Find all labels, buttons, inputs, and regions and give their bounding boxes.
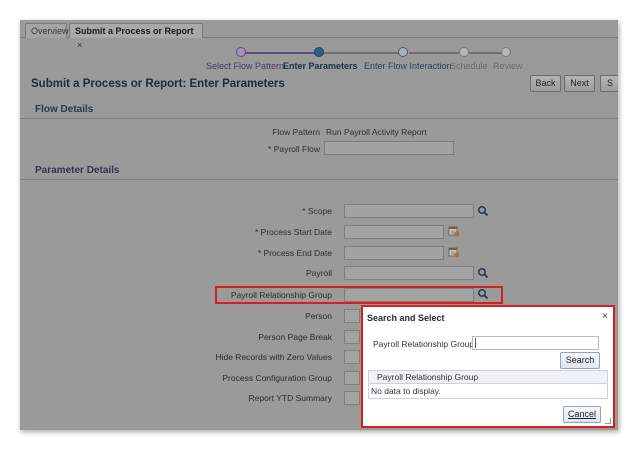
next-button[interactable]: Next [564,75,595,92]
train-step-3-dot[interactable] [398,47,408,57]
search-button-label: Search [565,355,595,365]
payroll-input[interactable] [344,266,474,280]
train-step-label[interactable]: Select Flow Pattern [206,61,284,71]
payroll-flow-input[interactable] [324,141,454,155]
search-button[interactable]: Search [560,352,600,369]
hide-zero-values-label: Hide Records with Zero Values [215,352,332,362]
back-button[interactable]: Back [530,75,561,92]
person-label: Person [305,311,332,321]
train-step-label[interactable]: Enter Flow Interaction [364,61,452,71]
train-step-5-dot [501,47,511,57]
train-step-label: Schedule [450,61,488,71]
process-configuration-group-label: Process Configuration Group [222,373,332,383]
scope-input[interactable] [344,204,474,218]
train-connector [469,52,505,54]
section-flow-details: Flow Details [20,103,618,119]
person-input[interactable] [344,309,360,323]
train-step-label: Review [493,61,523,71]
train-connector [323,52,399,54]
submit-button-label: S [607,78,614,88]
report-ytd-summary-select[interactable] [344,391,360,405]
search-icon[interactable] [477,267,489,279]
flow-pattern-label: Flow Pattern [272,127,320,137]
section-parameter-details: Parameter Details [20,164,618,180]
page-title: Submit a Process or Report: Enter Parame… [31,78,285,90]
section-heading: Flow Details [35,104,94,115]
tab-overview[interactable]: Overview [25,23,69,38]
resize-handle[interactable] [605,418,611,424]
calendar-icon[interactable] [448,246,460,258]
scope-label: * Scope [302,206,332,216]
train-step-4-dot [459,47,469,57]
person-page-break-label: Person Page Break [258,332,332,342]
hide-zero-values-select[interactable] [344,350,360,364]
submit-button[interactable]: S [600,75,618,92]
results-column-header[interactable]: Payroll Relationship Group [369,371,607,384]
person-page-break-select[interactable] [344,330,360,344]
payroll-relationship-group-input[interactable] [344,288,474,302]
flow-pattern-value: Run Payroll Activity Report [326,127,427,137]
payroll-label: Payroll [306,268,332,278]
process-end-date-input[interactable] [344,246,444,260]
search-icon[interactable] [477,205,489,217]
close-icon[interactable]: × [602,311,608,322]
dialog-search-input[interactable] [472,336,599,350]
search-select-dialog: Search and Select × Payroll Relationship… [361,305,615,428]
cancel-button-label: Cancel [567,409,596,419]
tab-submit-label: Submit a Process or Report [75,26,194,36]
tab-bar: Overview Submit a Process or Report × [20,22,618,50]
train-step-2-dot [314,47,324,57]
report-ytd-summary-label: Report YTD Summary [248,393,332,403]
train-connector [409,52,459,54]
calendar-icon[interactable] [448,225,460,237]
cancel-button[interactable]: Cancel [563,406,601,423]
payroll-flow-label: * Payroll Flow [268,144,320,154]
section-heading: Parameter Details [35,165,120,176]
train-step-1-dot[interactable] [236,47,246,57]
tab-overview-label: Overview [31,26,69,36]
next-button-label: Next [570,78,589,88]
dialog-search-label: Payroll Relationship Group [373,339,475,349]
process-start-date-label: * Process Start Date [254,227,332,237]
back-button-label: Back [535,78,556,88]
dialog-title: Search and Select [367,313,445,323]
process-start-date-input[interactable] [344,225,444,239]
payroll-relationship-group-label: Payroll Relationship Group [230,290,332,300]
results-empty-text: No data to display. [371,386,441,396]
text-caret [475,338,476,348]
train-connector [245,52,317,54]
tab-submit-process[interactable]: Submit a Process or Report × [69,23,203,50]
train-step-label-current: Enter Parameters [283,61,358,71]
process-end-date-label: * Process End Date [257,248,332,258]
search-icon[interactable] [477,288,489,300]
results-table: Payroll Relationship Group No data to di… [368,370,608,399]
process-configuration-group-input[interactable] [344,371,360,385]
tab-close-icon[interactable]: × [77,40,82,50]
